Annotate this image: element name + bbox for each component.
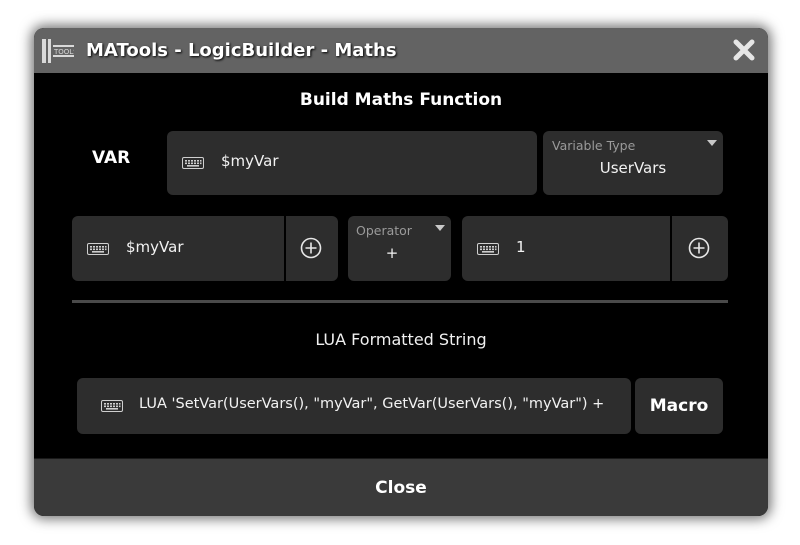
builder-heading: Build Maths Function (299, 90, 503, 110)
lua-string-value: LUA 'SetVar(UserVars(), "myVar", GetVar(… (139, 396, 605, 412)
logicbuilder-window: TOOLS MATools - LogicBuilder - Maths Bui… (34, 28, 768, 516)
left-operand-input[interactable]: $myVar (72, 216, 338, 281)
lua-heading: LUA Formatted String (315, 330, 487, 349)
title-bar[interactable]: TOOLS MATools - LogicBuilder - Maths (34, 28, 768, 73)
operator-value: + (385, 244, 399, 262)
matools-logo-icon: TOOLS (42, 39, 74, 63)
left-operand-value: $myVar (126, 238, 184, 256)
right-operand-value: 1 (516, 238, 526, 256)
keyboard-icon (101, 400, 123, 412)
var-input-value: $myVar (221, 152, 279, 170)
circle-plus-icon[interactable] (688, 237, 710, 259)
variable-type-label: Variable Type (552, 138, 636, 153)
right-operand-input[interactable]: 1 (462, 216, 728, 281)
dropdown-arrow-icon (707, 140, 717, 146)
field-separator (284, 216, 286, 281)
macro-button[interactable]: Macro (635, 378, 723, 434)
close-x-icon[interactable] (732, 38, 756, 62)
keyboard-icon (182, 157, 204, 169)
operator-label: Operator (356, 223, 412, 238)
window-title: MATools - LogicBuilder - Maths (86, 40, 397, 61)
lua-string-input[interactable]: LUA 'SetVar(UserVars(), "myVar", GetVar(… (77, 378, 631, 434)
keyboard-icon (87, 243, 109, 255)
close-button[interactable]: Close (34, 458, 768, 516)
circle-plus-icon[interactable] (300, 237, 322, 259)
variable-type-dropdown[interactable]: Variable Type UserVars (543, 131, 723, 195)
operator-dropdown[interactable]: Operator + (348, 216, 451, 281)
var-label: VAR (92, 148, 131, 168)
variable-type-value: UserVars (599, 159, 667, 177)
keyboard-icon (477, 243, 499, 255)
var-input[interactable]: $myVar (167, 131, 537, 195)
field-separator (670, 216, 672, 281)
section-divider (72, 300, 728, 303)
dropdown-arrow-icon (435, 225, 445, 231)
svg-text:TOOLS: TOOLS (53, 48, 74, 56)
